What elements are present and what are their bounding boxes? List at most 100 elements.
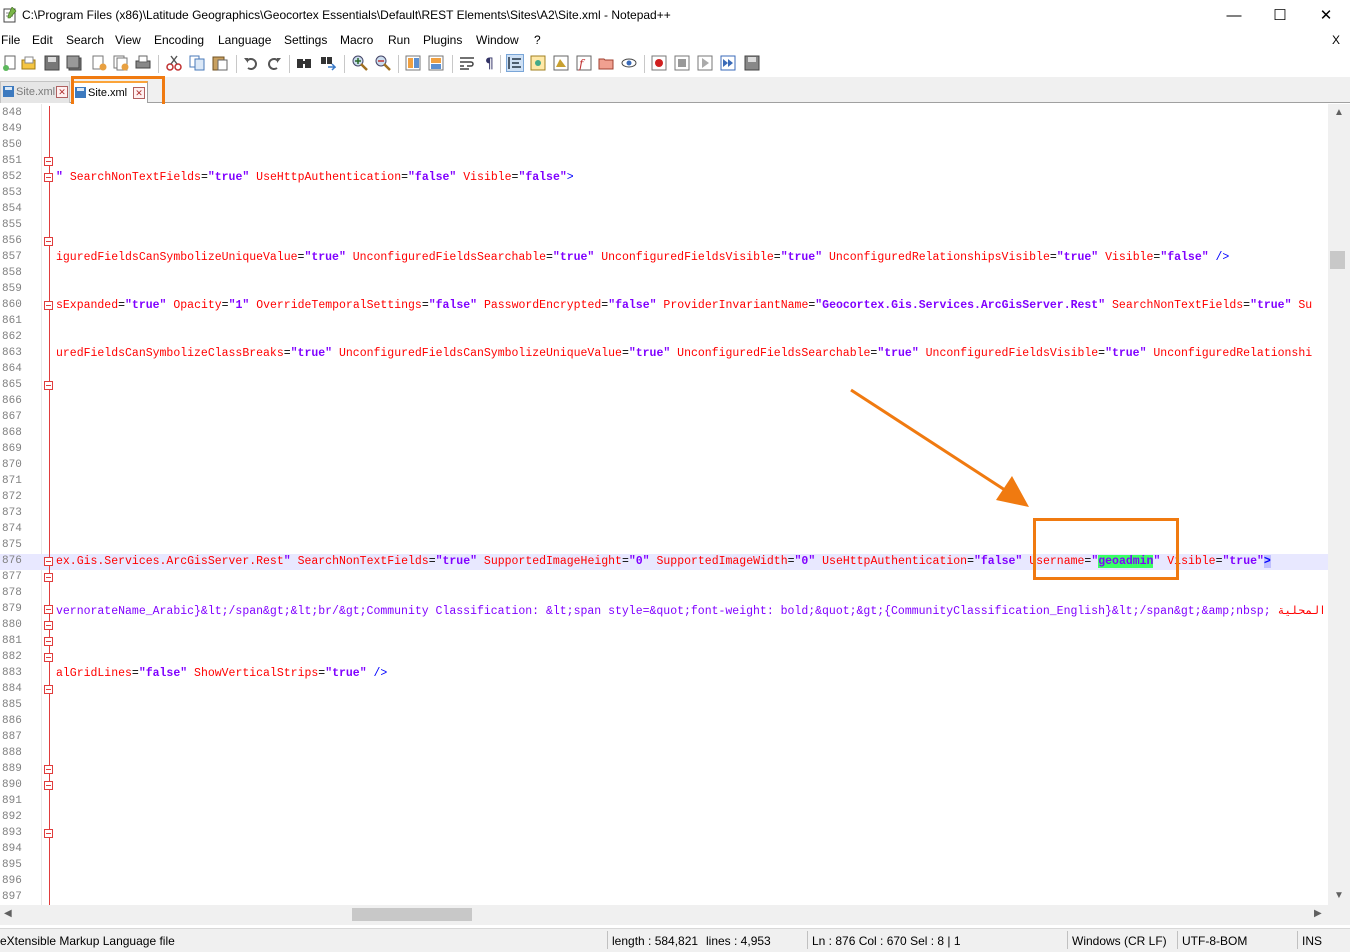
fold-toggle-icon[interactable]	[44, 173, 53, 182]
fold-toggle-icon[interactable]	[44, 829, 53, 838]
fold-toggle-icon[interactable]	[44, 765, 53, 774]
fold-toggle-icon[interactable]	[44, 653, 53, 662]
code-line[interactable]: 878	[0, 586, 1328, 602]
menu-run[interactable]: Run	[388, 33, 410, 47]
status-encoding[interactable]: UTF-8-BOM	[1182, 934, 1247, 948]
code-line[interactable]: 864	[0, 362, 1328, 378]
redo-icon[interactable]	[266, 55, 282, 71]
fold-toggle-icon[interactable]	[44, 557, 53, 566]
close-window-button[interactable]: ✕	[1303, 0, 1349, 31]
fold-toggle-icon[interactable]	[44, 573, 53, 582]
code-line[interactable]: 858	[0, 266, 1328, 282]
fold-toggle-icon[interactable]	[44, 781, 53, 790]
function-list-icon[interactable]: f	[576, 55, 592, 71]
code-line[interactable]: 853	[0, 186, 1328, 202]
code-line[interactable]: 883 alGridLines="false" ShowVerticalStrip…	[0, 666, 1328, 682]
play-macro-icon[interactable]	[697, 55, 713, 71]
code-line[interactable]: 890	[0, 778, 1328, 794]
code-line[interactable]: 888	[0, 746, 1328, 762]
zoom-out-icon[interactable]	[375, 55, 391, 71]
code-line[interactable]: 889	[0, 762, 1328, 778]
fold-toggle-icon[interactable]	[44, 685, 53, 694]
code-line[interactable]: 870	[0, 458, 1328, 474]
minimize-button[interactable]: —	[1211, 0, 1257, 31]
tab-site-xml-inactive[interactable]: Site.xml ✕	[0, 81, 70, 103]
code-line[interactable]: 856	[0, 234, 1328, 250]
play-multiple-icon[interactable]	[720, 55, 736, 71]
code-line[interactable]: 869	[0, 442, 1328, 458]
code-line[interactable]: 872	[0, 490, 1328, 506]
code-line[interactable]: 897	[0, 890, 1328, 905]
folder-workspace-icon[interactable]	[598, 55, 614, 71]
code-line[interactable]: 849	[0, 122, 1328, 138]
menu-help[interactable]: ?	[534, 33, 541, 47]
code-line[interactable]: 871	[0, 474, 1328, 490]
menu-file[interactable]: File	[1, 33, 20, 47]
code-line[interactable]: 863 uredFieldsCanSymbolizeClassBreaks="tr…	[0, 346, 1328, 362]
menu-view[interactable]: View	[115, 33, 141, 47]
code-line[interactable]: 882	[0, 650, 1328, 666]
new-file-icon[interactable]	[2, 55, 18, 71]
find-icon[interactable]	[296, 55, 312, 71]
sync-horizontal-icon[interactable]	[428, 55, 444, 71]
fold-toggle-icon[interactable]	[44, 237, 53, 246]
paste-icon[interactable]	[212, 55, 228, 71]
code-line[interactable]: 896	[0, 874, 1328, 890]
indent-guide-icon[interactable]	[506, 54, 524, 72]
code-line[interactable]: 855	[0, 218, 1328, 234]
user-lang-icon[interactable]	[530, 55, 546, 71]
code-line[interactable]: 881	[0, 634, 1328, 650]
code-line[interactable]: 884	[0, 682, 1328, 698]
code-line[interactable]: 865	[0, 378, 1328, 394]
status-eol[interactable]: Windows (CR LF)	[1072, 934, 1167, 948]
fold-toggle-icon[interactable]	[44, 605, 53, 614]
menu-encoding[interactable]: Encoding	[154, 33, 204, 47]
save-icon[interactable]	[44, 55, 60, 71]
code-line[interactable]: 852 " SearchNonTextFields="true" UseHttpA…	[0, 170, 1328, 186]
code-line[interactable]: 894	[0, 842, 1328, 858]
vertical-scroll-thumb[interactable]	[1330, 251, 1345, 269]
zoom-in-icon[interactable]	[352, 55, 368, 71]
code-editor[interactable]: 848 849 850 851 852 " SearchNonTextFields="tr…	[0, 104, 1328, 905]
code-line[interactable]: 859	[0, 282, 1328, 298]
fold-toggle-icon[interactable]	[44, 381, 53, 390]
code-line[interactable]: 868	[0, 426, 1328, 442]
close-icon[interactable]	[91, 55, 107, 71]
code-line[interactable]: 851	[0, 154, 1328, 170]
maximize-button[interactable]: ☐	[1257, 0, 1303, 31]
show-all-chars-icon[interactable]: ¶	[482, 55, 498, 71]
code-line[interactable]: 867	[0, 410, 1328, 426]
word-wrap-icon[interactable]	[459, 55, 475, 71]
code-line[interactable]: 879 vernorateName_Arabic}&lt;/span&gt;&lt…	[0, 602, 1328, 618]
code-line[interactable]: 895	[0, 858, 1328, 874]
open-file-icon[interactable]	[21, 55, 37, 71]
code-line[interactable]: 857 iguredFieldsCanSymbolizeUniqueValue="…	[0, 250, 1328, 266]
scroll-down-icon[interactable]: ▼	[1333, 890, 1345, 901]
scroll-left-icon[interactable]: ◀	[4, 908, 12, 919]
code-line[interactable]: 848	[0, 106, 1328, 122]
scroll-up-icon[interactable]: ▲	[1333, 107, 1345, 118]
sync-vertical-icon[interactable]	[405, 55, 421, 71]
code-line[interactable]: 860 sExpanded="true" Opacity="1" Override…	[0, 298, 1328, 314]
doc-map-icon[interactable]	[553, 55, 569, 71]
code-line[interactable]: 887	[0, 730, 1328, 746]
status-insert-mode[interactable]: INS	[1302, 934, 1322, 948]
stop-macro-icon[interactable]	[674, 55, 690, 71]
fold-toggle-icon[interactable]	[44, 621, 53, 630]
horizontal-scroll-thumb[interactable]	[352, 908, 472, 921]
fold-toggle-icon[interactable]	[44, 157, 53, 166]
tab-close-icon[interactable]: ✕	[56, 86, 68, 98]
print-icon[interactable]	[135, 55, 151, 71]
code-line[interactable]: 885	[0, 698, 1328, 714]
menu-language[interactable]: Language	[218, 33, 271, 47]
code-line[interactable]: 886	[0, 714, 1328, 730]
menu-edit[interactable]: Edit	[32, 33, 53, 47]
menu-search[interactable]: Search	[66, 33, 104, 47]
undo-icon[interactable]	[243, 55, 259, 71]
close-document-button[interactable]: X	[1332, 33, 1340, 47]
code-line[interactable]: 862	[0, 330, 1328, 346]
code-line[interactable]: 893	[0, 826, 1328, 842]
cut-icon[interactable]	[166, 55, 182, 71]
close-all-icon[interactable]	[113, 55, 129, 71]
vertical-scrollbar[interactable]: ▲ ▼	[1328, 104, 1350, 905]
